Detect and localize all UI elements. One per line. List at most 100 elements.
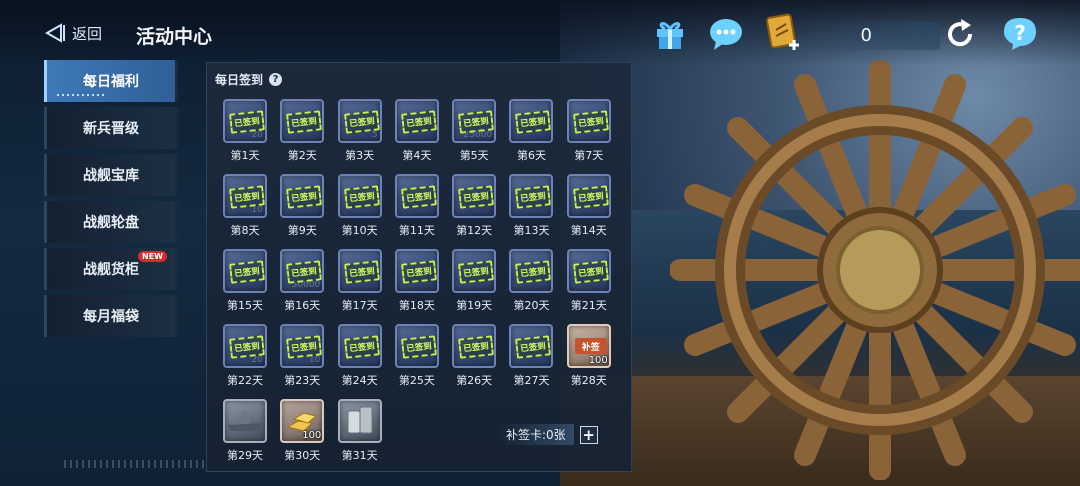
sidebar-item-label: 每月福袋 <box>83 309 139 325</box>
checkin-day-3[interactable]: 5 已签到 第3天 <box>337 99 382 165</box>
checkin-day-16[interactable]: 50000 已签到 第16天 <box>280 249 325 315</box>
day-label: 第14天 <box>570 224 607 237</box>
help-question-icon: ? <box>1004 18 1036 50</box>
signed-stamp-label: 已签到 <box>577 191 605 205</box>
signed-stamp-label: 已签到 <box>405 266 433 280</box>
refresh-icon <box>948 19 973 47</box>
day-label: 第24天 <box>341 374 378 387</box>
sidebar-item-daily-benefits[interactable]: 每日福利 <box>44 60 178 102</box>
help-button[interactable]: ? <box>1000 14 1040 54</box>
signed-stamp-label: 已签到 <box>405 116 433 130</box>
checkin-day-25[interactable]: 已签到 第25天 <box>394 324 439 390</box>
checkin-day-21[interactable]: 已签到 第21天 <box>566 249 611 315</box>
signed-stamp-icon: 已签到 <box>515 185 552 209</box>
day-label: 第22天 <box>227 374 263 387</box>
checkin-day-7[interactable]: 已签到 第7天 <box>566 99 611 165</box>
signed-stamp-icon: 已签到 <box>458 110 495 134</box>
reward-amount: 10 <box>251 205 263 215</box>
day-label: 第3天 <box>345 149 375 162</box>
checkin-day-26[interactable]: 已签到 第26天 <box>452 324 497 390</box>
checkin-day-30[interactable]: 100 第30天 <box>280 399 325 465</box>
reward-tile: 100 <box>280 399 325 443</box>
checkin-day-5[interactable]: 25000 已签到 第5天 <box>452 99 497 165</box>
checkin-day-15[interactable]: 已签到 第15天 <box>223 249 267 315</box>
checkin-day-17[interactable]: 已签到第17天 <box>337 249 382 315</box>
sidebar-item-warship-roulette[interactable]: 战舰轮盘 <box>44 201 178 243</box>
signed-stamp-label: 已签到 <box>233 116 261 130</box>
signed-stamp-label: 已签到 <box>348 266 375 280</box>
signed-stamp-icon: 已签到 <box>572 110 609 134</box>
day-label: 第10天 <box>341 224 378 237</box>
reward-amount: 20 <box>251 130 263 140</box>
signed-stamp-icon: 已签到 <box>458 260 495 284</box>
signed-stamp-icon: 已签到 <box>286 260 323 284</box>
back-button[interactable]: 返回 <box>44 22 102 44</box>
help-question-icon[interactable]: ? <box>269 73 283 86</box>
reward-tile: 已签到 <box>509 324 554 368</box>
reward-tile: 已签到 <box>394 324 439 368</box>
reward-tile: 已签到 <box>394 174 439 218</box>
currency-counter: 0 <box>800 22 940 50</box>
chat-button[interactable] <box>706 14 746 54</box>
checkin-day-23[interactable]: 10 已签到第23天 <box>280 324 325 390</box>
checkin-day-29[interactable]: 第29天 <box>223 399 267 465</box>
reward-tile: 已签到 <box>509 249 554 293</box>
checkin-day-4[interactable]: 已签到 第4天 <box>394 99 439 165</box>
signed-stamp-icon: 已签到 <box>229 335 265 359</box>
day-label: 第13天 <box>513 224 550 237</box>
add-makeup-card-button[interactable]: + <box>579 425 598 444</box>
signed-stamp-icon: 已签到 <box>343 185 380 209</box>
checkin-day-27[interactable]: 已签到 第27天 <box>509 324 554 390</box>
signed-stamp-label: 已签到 <box>348 116 375 130</box>
signed-stamp-label: 已签到 <box>463 116 490 130</box>
signed-stamp-label: 已签到 <box>577 116 605 130</box>
signed-stamp-icon: 已签到 <box>572 185 609 209</box>
reward-amount: 10 <box>308 355 321 365</box>
reward-tile: 10 已签到 <box>280 324 325 368</box>
checkin-day-8[interactable]: 10 已签到 第8天 <box>223 174 267 240</box>
back-arrow-icon <box>44 23 65 43</box>
sidebar-item-label: 新兵晋级 <box>83 121 139 137</box>
sidebar-item-warship-vault[interactable]: 战舰宝库 <box>44 154 178 196</box>
day-label: 第19天 <box>456 299 493 312</box>
checkin-day-9[interactable]: 已签到 第9天 <box>280 174 325 240</box>
checkin-day-31[interactable]: 第31天 <box>337 399 382 465</box>
checkin-day-1[interactable]: 20 已签到 第1天 <box>223 99 267 165</box>
checkin-day-11[interactable]: 已签到 第11天 <box>394 174 439 240</box>
checkin-day-28[interactable]: 补签 100 第28天 <box>566 324 611 390</box>
signed-stamp-label: 已签到 <box>577 266 605 280</box>
sidebar-item-recruit-promotion[interactable]: 新兵晋级 <box>44 107 178 149</box>
reward-tile <box>223 399 267 443</box>
signed-stamp-label: 已签到 <box>520 341 547 355</box>
checkin-day-20[interactable]: 已签到 第20天 <box>509 249 554 315</box>
checkin-day-18[interactable]: 已签到 第18天 <box>394 249 439 315</box>
checkin-day-12[interactable]: 已签到 第12天 <box>452 174 497 240</box>
checkin-day-24[interactable]: 已签到 第24天 <box>337 324 382 390</box>
gift-button[interactable] <box>650 14 690 54</box>
makeup-sign-tag-icon: 补签 <box>574 338 607 354</box>
signed-stamp-icon: 已签到 <box>229 110 265 134</box>
refresh-button[interactable] <box>940 14 980 54</box>
signed-stamp-icon: 已签到 <box>286 335 323 359</box>
checkin-day-10[interactable]: 已签到第10天 <box>337 174 382 240</box>
checkin-day-grid: 20 已签到 第1天 已签到 第2天 5 已签到 第3天 已签到 第4天 25000 已签到 第5天 已签… <box>223 99 611 465</box>
checkin-day-14[interactable]: 已签到第14天 <box>566 174 611 240</box>
reward-tile: 已签到 <box>566 249 611 293</box>
back-label: 返回 <box>72 24 103 43</box>
makeup-card-add-button[interactable] <box>764 12 804 52</box>
checkin-day-19[interactable]: 已签到第19天 <box>452 249 497 315</box>
reward-tile: 已签到 <box>337 174 382 218</box>
checkin-day-6[interactable]: 已签到 第6天 <box>509 99 554 165</box>
checkin-day-2[interactable]: 已签到 第2天 <box>280 99 325 165</box>
day-label: 第28天 <box>570 374 607 387</box>
checkin-day-22[interactable]: 20 已签到 第22天 <box>223 324 267 390</box>
signed-stamp-icon: 已签到 <box>515 260 552 284</box>
day-label: 第6天 <box>516 149 546 162</box>
checkin-day-13[interactable]: 已签到第13天 <box>509 174 554 240</box>
day-label: 第17天 <box>341 299 378 312</box>
day-label: 第23天 <box>284 374 321 387</box>
sidebar-item-warship-container[interactable]: 战舰货柜 NEW <box>44 248 178 290</box>
sidebar-item-monthly-lucky-bag[interactable]: 每月福袋 <box>44 295 178 337</box>
signed-stamp-label: 已签到 <box>291 191 318 205</box>
signed-stamp-label: 已签到 <box>405 341 433 355</box>
